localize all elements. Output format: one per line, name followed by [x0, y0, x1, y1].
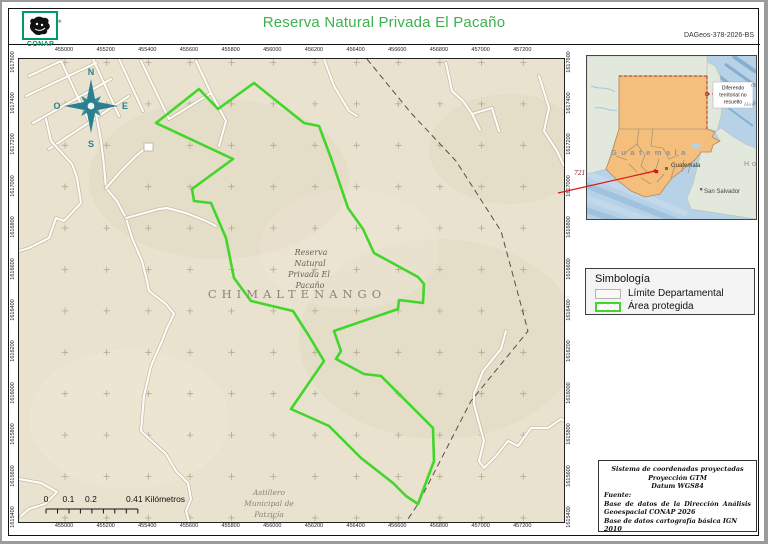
- easting-label-top: 455400: [132, 47, 162, 53]
- northing-label-right: 1617600: [565, 45, 573, 79]
- northing-label-left: 1615600: [9, 459, 17, 493]
- protected-area-swatch: [595, 302, 621, 312]
- san-salvador-label: San Salvador: [704, 189, 740, 195]
- easting-label-bottom: 456200: [299, 523, 329, 529]
- scale-label-041: 0.41 Kilómetros: [126, 494, 185, 504]
- easting-label-bottom: 455000: [49, 523, 79, 529]
- scale-label-02: 0.2: [85, 494, 97, 504]
- northing-label-right: 1616400: [565, 293, 573, 327]
- easting-label-bottom: 457000: [466, 523, 496, 529]
- easting-label-bottom: 457200: [507, 523, 537, 529]
- metadata-box: Sistema de coordenadas proyectadas Proye…: [598, 460, 757, 532]
- locality-label-line2: Municipal de: [243, 499, 294, 508]
- northing-label-left: 1617600: [9, 45, 17, 79]
- inset-country-label: Guatemala: [611, 148, 690, 157]
- easting-label-top: 456000: [257, 47, 287, 53]
- northing-label-right: 1615600: [565, 459, 573, 493]
- easting-label-bottom: 456800: [424, 523, 454, 529]
- legend-label-departmental: Límite Departamental: [628, 288, 724, 299]
- san-salvador-dot: [700, 188, 702, 190]
- meta-coord-system: Sistema de coordenadas proyectadas: [604, 465, 751, 474]
- compass-s: S: [88, 139, 94, 149]
- reserve-location-marker: [655, 170, 658, 173]
- northing-label-left: 1616600: [9, 252, 17, 286]
- easting-label-top: 455800: [216, 47, 246, 53]
- northing-label-left: 1617400: [9, 86, 17, 120]
- easting-label-top: 455600: [174, 47, 204, 53]
- honduras-label-fragment: Ho: [744, 161, 757, 168]
- dispute-note-line1: Diferendo: [722, 86, 745, 92]
- easting-label-top: 456400: [341, 47, 371, 53]
- scale-label-0: 0: [44, 494, 49, 504]
- northing-label-left: 1616000: [9, 376, 17, 410]
- meta-source-line2: Base de datos cartografía básica IGN 201…: [604, 517, 751, 534]
- northing-label-left: 1616800: [9, 210, 17, 244]
- northing-label-left: 1617000: [9, 169, 17, 203]
- dispute-note-line2: territorial no: [719, 93, 747, 99]
- reserve-label-line3: Privada El: [287, 270, 330, 279]
- northing-label-right: 1616200: [565, 334, 573, 368]
- northing-label-left: 1617200: [9, 127, 17, 161]
- main-map: N E S O Reserva Natural Privada El Pacañ…: [18, 58, 565, 523]
- header-divider: [8, 44, 760, 45]
- easting-label-bottom: 455400: [132, 523, 162, 529]
- northing-label-right: 1617200: [565, 127, 573, 161]
- meta-datum: Datum WGS84: [604, 482, 751, 491]
- compass-o: O: [53, 101, 60, 111]
- reserve-label-line1: Reserva: [294, 248, 328, 257]
- locality-label-line1: Astillero: [252, 488, 285, 497]
- northing-label-right: 1615400: [565, 500, 573, 534]
- sea-label-fragment-1: G: [751, 83, 756, 89]
- easting-label-top: 455000: [49, 47, 79, 53]
- inset-location-map: Diferendo territorial no resuelto Guatem…: [586, 55, 757, 220]
- legend-item-departmental: Límite Departamental: [586, 288, 754, 299]
- easting-label-bottom: 455600: [174, 523, 204, 529]
- northing-label-right: 1615800: [565, 417, 573, 451]
- meta-source-line1: Base de datos de la Dirección Análisis G…: [604, 500, 751, 517]
- northing-label-right: 1617000: [565, 169, 573, 203]
- easting-label-bottom: 456000: [257, 523, 287, 529]
- easting-label-bottom: 455800: [216, 523, 246, 529]
- easting-label-top: 456800: [424, 47, 454, 53]
- easting-label-bottom: 456600: [382, 523, 412, 529]
- building-footprint: [144, 143, 153, 151]
- easting-label-top: 456200: [299, 47, 329, 53]
- compass-n: N: [88, 67, 95, 77]
- reserve-label-line2: Natural: [293, 259, 326, 268]
- easting-label-bottom: 455200: [91, 523, 121, 529]
- northing-label-right: 1616800: [565, 210, 573, 244]
- edge-label-fragment: 721: [574, 170, 585, 177]
- scale-label-01: 0.1: [62, 494, 74, 504]
- locality-label-line3: Patzicía: [253, 510, 284, 519]
- northing-label-right: 1616000: [565, 376, 573, 410]
- easting-label-top: 457200: [507, 47, 537, 53]
- document-code: DAGeos-378-2026-BS: [684, 32, 754, 39]
- legend-item-protected: Área protegida: [586, 301, 754, 312]
- legend-label-protected: Área protegida: [628, 301, 694, 312]
- northing-label-left: 1616400: [9, 293, 17, 327]
- easting-label-bottom: 456400: [341, 523, 371, 529]
- northing-label-left: 1615400: [9, 500, 17, 534]
- compass-e: E: [122, 101, 128, 111]
- easting-label-top: 457000: [466, 47, 496, 53]
- meta-projection: Proyección GTM: [604, 474, 751, 483]
- easting-label-top: 455200: [91, 47, 121, 53]
- northing-label-left: 1616200: [9, 334, 17, 368]
- departmental-limit-swatch: [595, 289, 621, 299]
- capital-city-dot: [665, 167, 668, 170]
- department-label: CHIMALTENANGO: [208, 287, 386, 301]
- legend-box: Simbología Límite Departamental Área pro…: [585, 268, 755, 315]
- easting-label-top: 456600: [382, 47, 412, 53]
- legend-title: Simbología: [586, 269, 754, 286]
- map-document: ® CONAP Reserva Natural Privada El Pacañ…: [0, 0, 768, 544]
- page-title: Reserva Natural Privada El Pacaño: [0, 14, 768, 31]
- northing-label-left: 1615800: [9, 417, 17, 451]
- inset-city-label: Guatemala: [671, 163, 701, 169]
- sea-label-fragment-2: Hon: [743, 102, 755, 108]
- northing-label-right: 1616600: [565, 252, 573, 286]
- dispute-note-line3: resuelto: [724, 100, 743, 106]
- meta-source-label: Fuente:: [604, 491, 751, 500]
- northing-label-right: 1617400: [565, 86, 573, 120]
- lake-izabal: [691, 144, 701, 149]
